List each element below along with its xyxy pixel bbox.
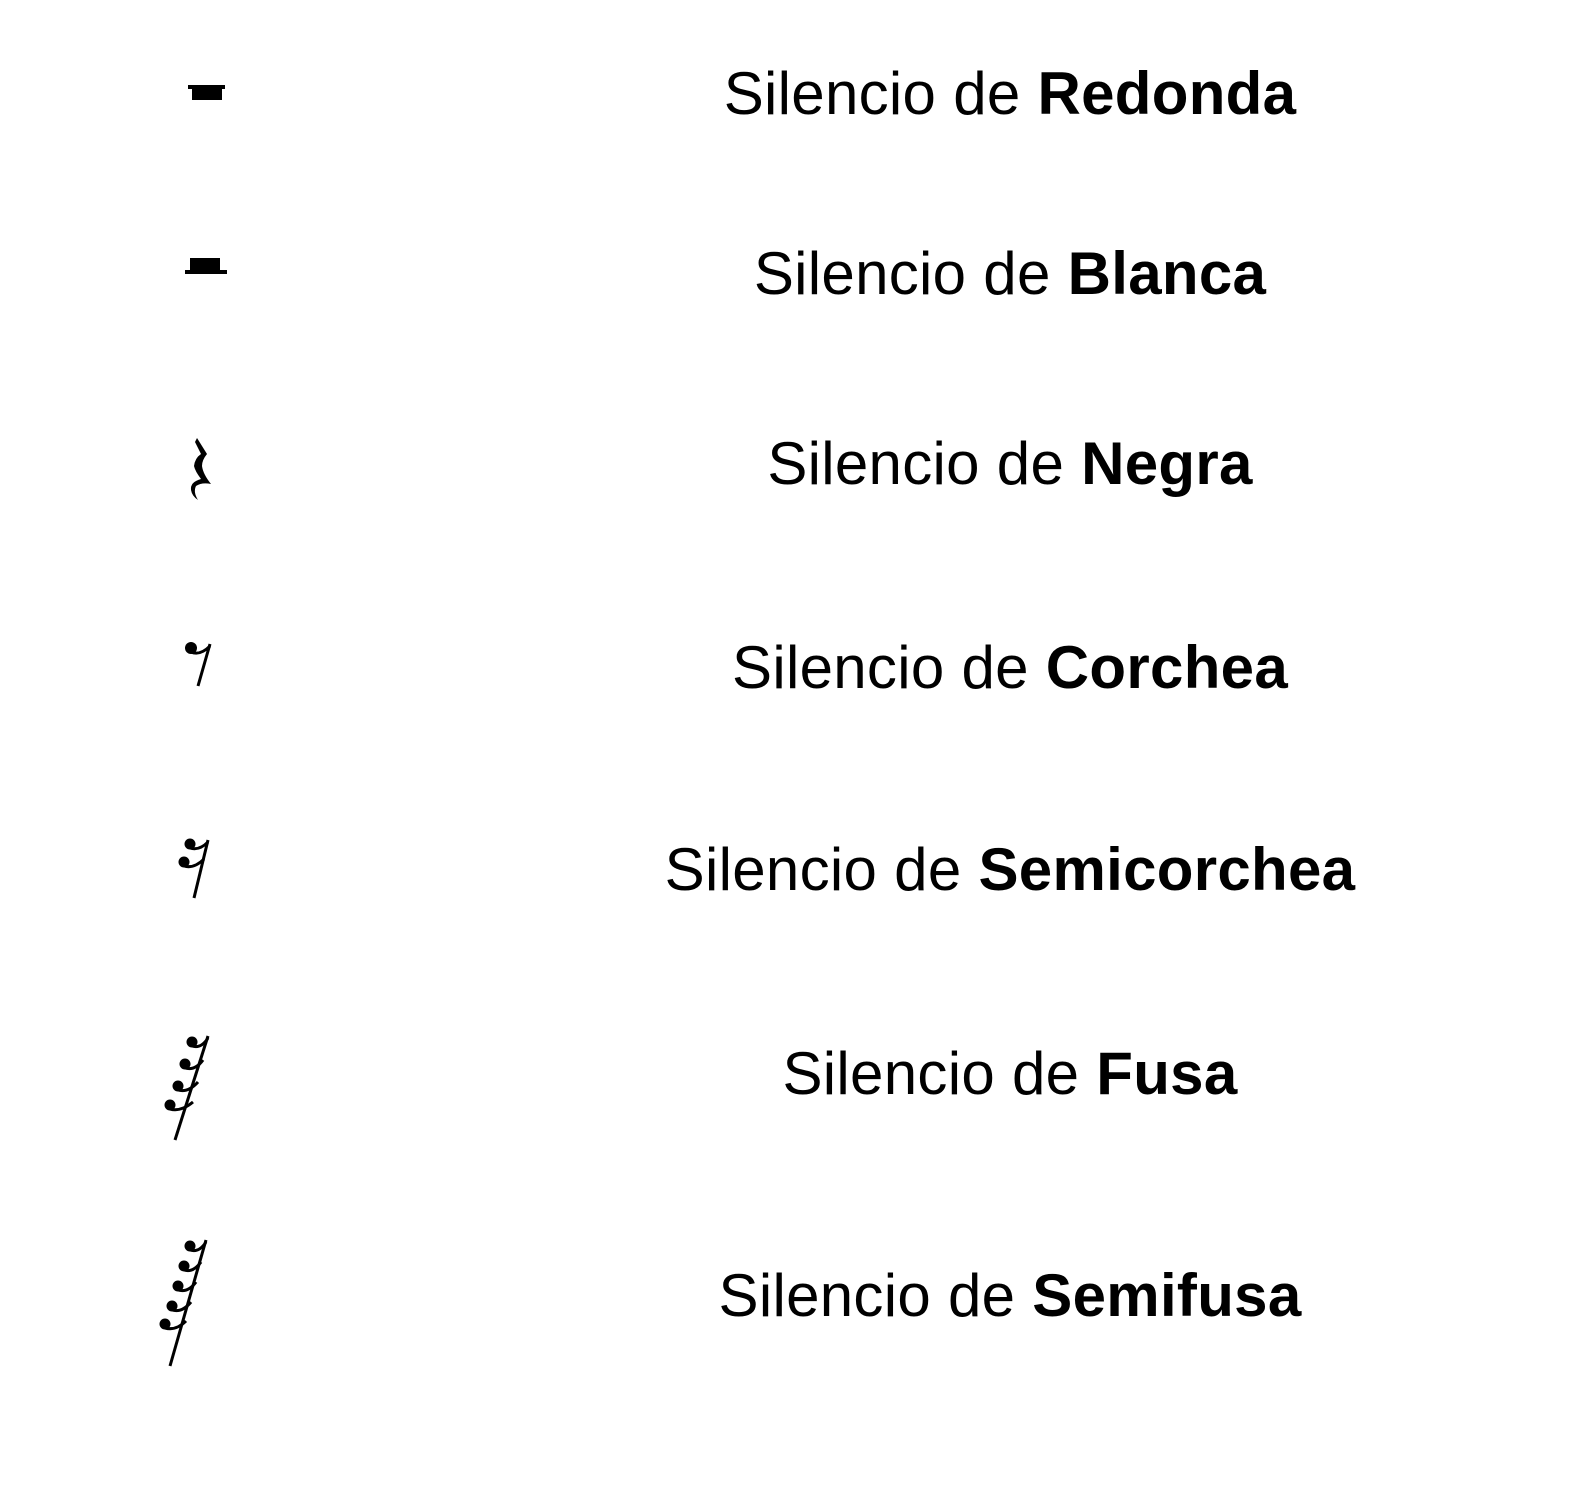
rest-label-negra: Silencio de Negra [767, 430, 1253, 497]
whole-rest-icon [150, 62, 250, 202]
eighth-rest-icon [150, 636, 250, 776]
rest-row-blanca: Silencio de Blanca [0, 212, 1588, 332]
rest-row-fusa: Silencio de Fusa [0, 1012, 1588, 1141]
sixty-fourth-rest-icon [150, 1238, 250, 1378]
rest-label-semicorchea: Silencio de Semicorchea [664, 836, 1356, 903]
rest-label-corchea: Silencio de Corchea [732, 634, 1288, 701]
rest-label-redonda: Silencio de Redonda [723, 60, 1297, 127]
quarter-rest-icon [150, 438, 250, 578]
thirty-second-rest-icon [150, 1032, 250, 1172]
sixteenth-rest-icon [150, 834, 250, 974]
rest-row-corchea: Silencio de Corchea [0, 606, 1588, 726]
rest-row-semifusa: Silencio de Semifusa [0, 1234, 1588, 1367]
rest-label-semifusa: Silencio de Semifusa [718, 1262, 1302, 1329]
rest-label-blanca: Silencio de Blanca [753, 240, 1267, 307]
rest-label-fusa: Silencio de Fusa [782, 1040, 1238, 1107]
rest-row-semicorchea: Silencio de Semicorchea [0, 808, 1588, 928]
rest-chart-page: { "rests": [ {"prefix": "Silencio de ", … [0, 0, 1588, 1506]
rest-row-negra: Silencio de Negra [0, 402, 1588, 522]
half-rest-icon [150, 240, 250, 380]
rest-row-redonda: Silencio de Redonda [0, 32, 1588, 152]
